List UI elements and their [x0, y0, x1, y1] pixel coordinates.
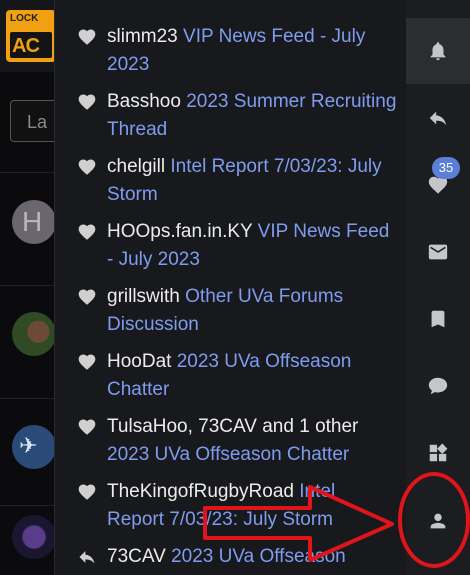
notification-text: TheKingofRugbyRoad Intel Report 7/03/23:… — [107, 478, 397, 533]
widgets-button[interactable] — [406, 420, 470, 486]
messages-button[interactable] — [406, 219, 470, 285]
account-icon — [430, 513, 446, 529]
notification-text: Basshoo 2023 Summer Recruiting Thread — [107, 88, 397, 143]
logo-text-top: LOCK — [10, 13, 39, 24]
heart-icon — [78, 224, 96, 240]
notification-text: chelgill Intel Report 7/03/23: July Stor… — [107, 153, 397, 208]
notification-user[interactable]: chelgill — [107, 156, 165, 177]
widgets-icon — [429, 443, 448, 462]
alerts-button[interactable] — [406, 18, 470, 84]
avatar[interactable]: ✈ — [12, 425, 56, 469]
account-sidebar: 35 — [406, 0, 470, 575]
site-header: LOCK AC — [0, 0, 60, 72]
divider — [0, 398, 60, 399]
site-logo[interactable]: LOCK AC — [6, 10, 56, 62]
notification-text: HooDat 2023 UVa Offseason Chatter — [107, 348, 397, 403]
background-page: LOCK AC La H ✈ — [0, 0, 70, 575]
logo-text: AC — [12, 35, 40, 57]
notifications-panel: slimm23 VIP News Feed - July 2023 Bassho… — [54, 0, 406, 575]
reply-icon — [429, 111, 447, 126]
notification-user[interactable]: grillswith — [107, 286, 180, 307]
notification-thread-link[interactable]: 2023 UVa Offseason — [171, 546, 346, 567]
likes-count-badge: 35 — [432, 157, 460, 179]
notification-user[interactable]: HOOps.fan.in.KY — [107, 221, 252, 242]
notification-user[interactable]: 73CAV — [107, 546, 166, 567]
reply-icon — [79, 551, 95, 564]
divider — [0, 505, 60, 506]
notification-user[interactable]: slimm23 — [107, 26, 178, 47]
heart-icon — [78, 289, 96, 305]
notification-text: slimm23 VIP News Feed - July 2023 — [107, 23, 397, 78]
heart-icon — [78, 484, 96, 500]
bookmark-icon — [431, 310, 445, 328]
notification-user[interactable]: Basshoo — [107, 91, 181, 112]
chat-button[interactable] — [406, 353, 470, 419]
notification-text: TulsaHoo, 73CAV and 1 other 2023 UVa Off… — [107, 413, 397, 468]
chat-icon — [428, 377, 448, 395]
heart-icon — [78, 159, 96, 175]
heart-icon — [78, 354, 96, 370]
avatar[interactable] — [12, 312, 56, 356]
bookmarks-button[interactable] — [406, 286, 470, 352]
heart-icon — [78, 94, 96, 110]
notification-text: grillswith Other UVa Forums Discussion — [107, 283, 397, 338]
avatar[interactable]: H — [12, 200, 56, 244]
notification-text: HOOps.fan.in.KY VIP News Feed - July 202… — [107, 218, 397, 273]
heart-icon — [78, 419, 96, 435]
avatar-letter: H — [22, 206, 43, 237]
replies-button[interactable] — [406, 85, 470, 151]
mail-icon — [428, 244, 448, 260]
bell-icon — [430, 42, 446, 61]
air-force-icon: ✈ — [19, 433, 38, 458]
notification-thread-link[interactable]: 2023 UVa Offseason Chatter — [107, 444, 349, 465]
notification-user[interactable]: TheKingofRugbyRoad — [107, 481, 294, 502]
heart-icon — [78, 29, 96, 45]
divider — [0, 172, 60, 173]
account-button[interactable] — [406, 488, 470, 554]
notification-user[interactable]: HooDat — [107, 351, 171, 372]
divider — [0, 285, 60, 286]
avatar[interactable] — [12, 515, 56, 559]
notification-user[interactable]: TulsaHoo, 73CAV and 1 other — [107, 416, 358, 437]
notification-text: 73CAV 2023 UVa Offseason — [107, 543, 397, 571]
search-placeholder: La — [27, 112, 48, 132]
